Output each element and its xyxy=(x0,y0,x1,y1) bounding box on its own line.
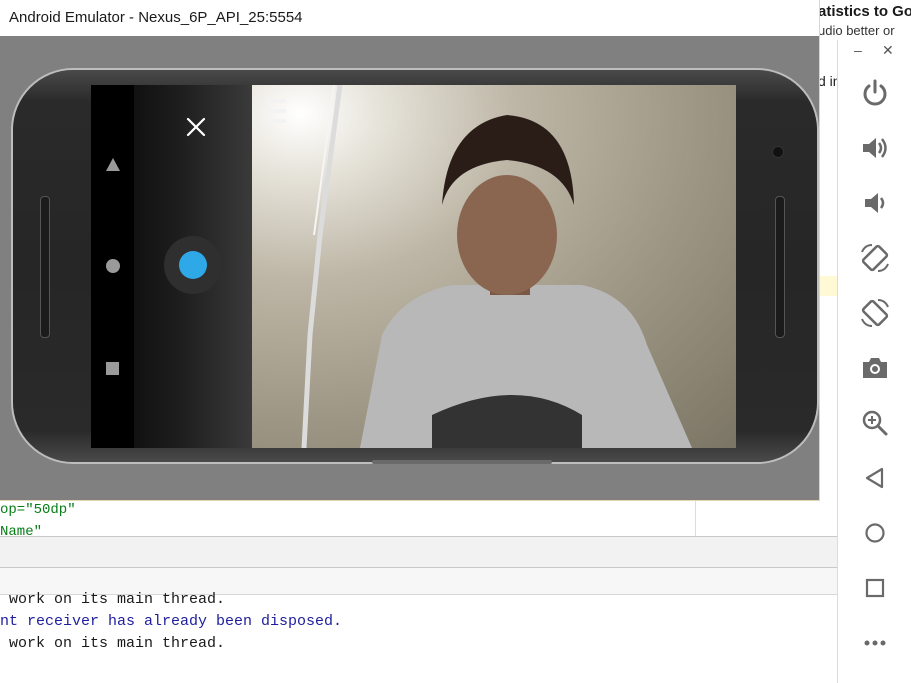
power-icon xyxy=(863,79,887,106)
log-line: work on its main thread. xyxy=(0,635,226,652)
overview-icon xyxy=(865,578,885,598)
shutter-button-core xyxy=(179,251,207,279)
nav-recents-button[interactable] xyxy=(105,361,121,382)
background-highlight xyxy=(818,276,838,296)
more-button[interactable] xyxy=(859,627,891,659)
code-editor-fragment: op="50dp" Name" xyxy=(0,500,696,536)
shutter-button[interactable] xyxy=(164,236,222,294)
device-side-button-right xyxy=(775,196,785,338)
home-icon xyxy=(865,523,885,543)
device-screen[interactable] xyxy=(91,85,736,448)
code-line: Name" xyxy=(0,524,43,536)
triangle-back-icon xyxy=(106,158,120,171)
background-side-fragment: d in xyxy=(818,40,838,500)
settings-icon xyxy=(266,99,286,103)
home-button[interactable] xyxy=(859,517,891,549)
ide-panel-toolbar xyxy=(0,536,838,568)
camera-viewfinder[interactable] xyxy=(252,85,736,448)
rotate-left-icon xyxy=(861,244,889,272)
emulator-title: Android Emulator - Nexus_6P_API_25:5554 xyxy=(9,9,303,26)
background-window-fragment: atistics to Go udio better or xyxy=(818,0,911,40)
rotate-right-icon xyxy=(861,299,889,327)
minimize-button[interactable]: – xyxy=(854,42,862,58)
logcat-output: work on its main thread. nt receiver has… xyxy=(0,591,838,683)
close-icon[interactable] xyxy=(184,115,208,139)
front-camera-lens xyxy=(772,146,784,158)
volume-up-button[interactable] xyxy=(859,132,891,164)
screenshot-button[interactable] xyxy=(859,352,891,384)
overview-button[interactable] xyxy=(859,572,891,604)
camera-preview-image xyxy=(266,85,692,448)
android-nav-bar xyxy=(91,85,134,448)
volume-down-icon xyxy=(865,193,885,213)
volume-down-button[interactable] xyxy=(859,187,891,219)
background-title-text: atistics to Go xyxy=(818,3,911,20)
nav-home-button[interactable] xyxy=(105,258,121,279)
rotate-right-button[interactable] xyxy=(859,297,891,329)
device-side-button-left xyxy=(40,196,50,338)
camera-controls-panel xyxy=(134,85,252,448)
circle-home-icon xyxy=(106,259,120,273)
back-icon xyxy=(865,467,884,489)
power-button[interactable] xyxy=(859,77,891,109)
rotate-left-button[interactable] xyxy=(859,242,891,274)
volume-up-icon xyxy=(863,138,887,158)
camera-icon xyxy=(863,358,887,378)
more-icon xyxy=(864,640,886,646)
background-subtitle-text: udio better or xyxy=(818,23,895,38)
emulator-titlebar[interactable]: Android Emulator - Nexus_6P_API_25:5554 xyxy=(0,0,819,36)
emulator-toolbar: – ✕ xyxy=(837,40,911,683)
square-recents-icon xyxy=(106,362,119,375)
back-button[interactable] xyxy=(859,462,891,494)
code-line: op="50dp" xyxy=(0,502,76,518)
zoom-button[interactable] xyxy=(859,407,891,439)
device-speaker xyxy=(372,460,552,464)
toolbar-window-controls: – ✕ xyxy=(838,40,911,66)
log-line: work on its main thread. xyxy=(0,591,226,608)
nav-back-button[interactable] xyxy=(105,157,121,178)
editor-divider xyxy=(695,500,696,536)
background-side-text: d in xyxy=(818,73,838,89)
log-line: nt receiver has already been disposed. xyxy=(0,613,343,630)
zoom-icon xyxy=(862,410,888,436)
close-window-button[interactable]: ✕ xyxy=(882,42,894,59)
